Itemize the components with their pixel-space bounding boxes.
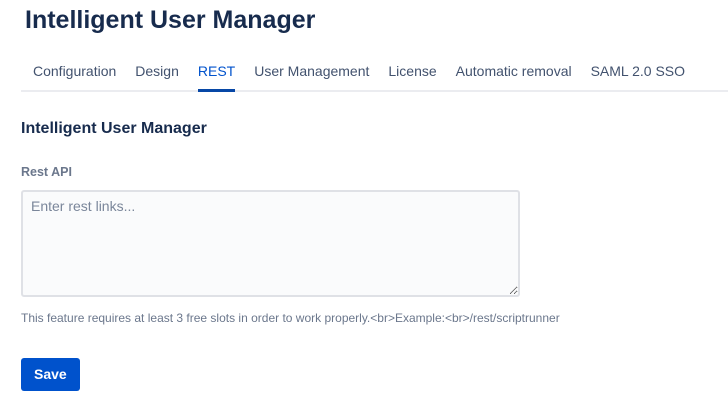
- tab-configuration[interactable]: Configuration: [33, 63, 116, 90]
- settings-page: Intelligent User Manager Configuration D…: [0, 4, 728, 411]
- section-heading: Intelligent User Manager: [21, 119, 728, 138]
- tab-automatic-removal[interactable]: Automatic removal: [456, 63, 572, 90]
- rest-api-help-text: This feature requires at least 3 free sl…: [21, 311, 531, 325]
- rest-api-label: Rest API: [21, 165, 728, 180]
- tab-user-management[interactable]: User Management: [254, 63, 369, 90]
- tab-rest[interactable]: REST: [198, 63, 235, 90]
- tab-bar: Configuration Design REST User Managemen…: [21, 63, 728, 92]
- page-title: Intelligent User Manager: [25, 4, 728, 36]
- tab-license[interactable]: License: [388, 63, 436, 90]
- tab-saml-sso[interactable]: SAML 2.0 SSO: [591, 63, 685, 90]
- tab-design[interactable]: Design: [135, 63, 179, 90]
- rest-links-textarea[interactable]: [21, 190, 520, 297]
- save-button[interactable]: Save: [21, 358, 80, 391]
